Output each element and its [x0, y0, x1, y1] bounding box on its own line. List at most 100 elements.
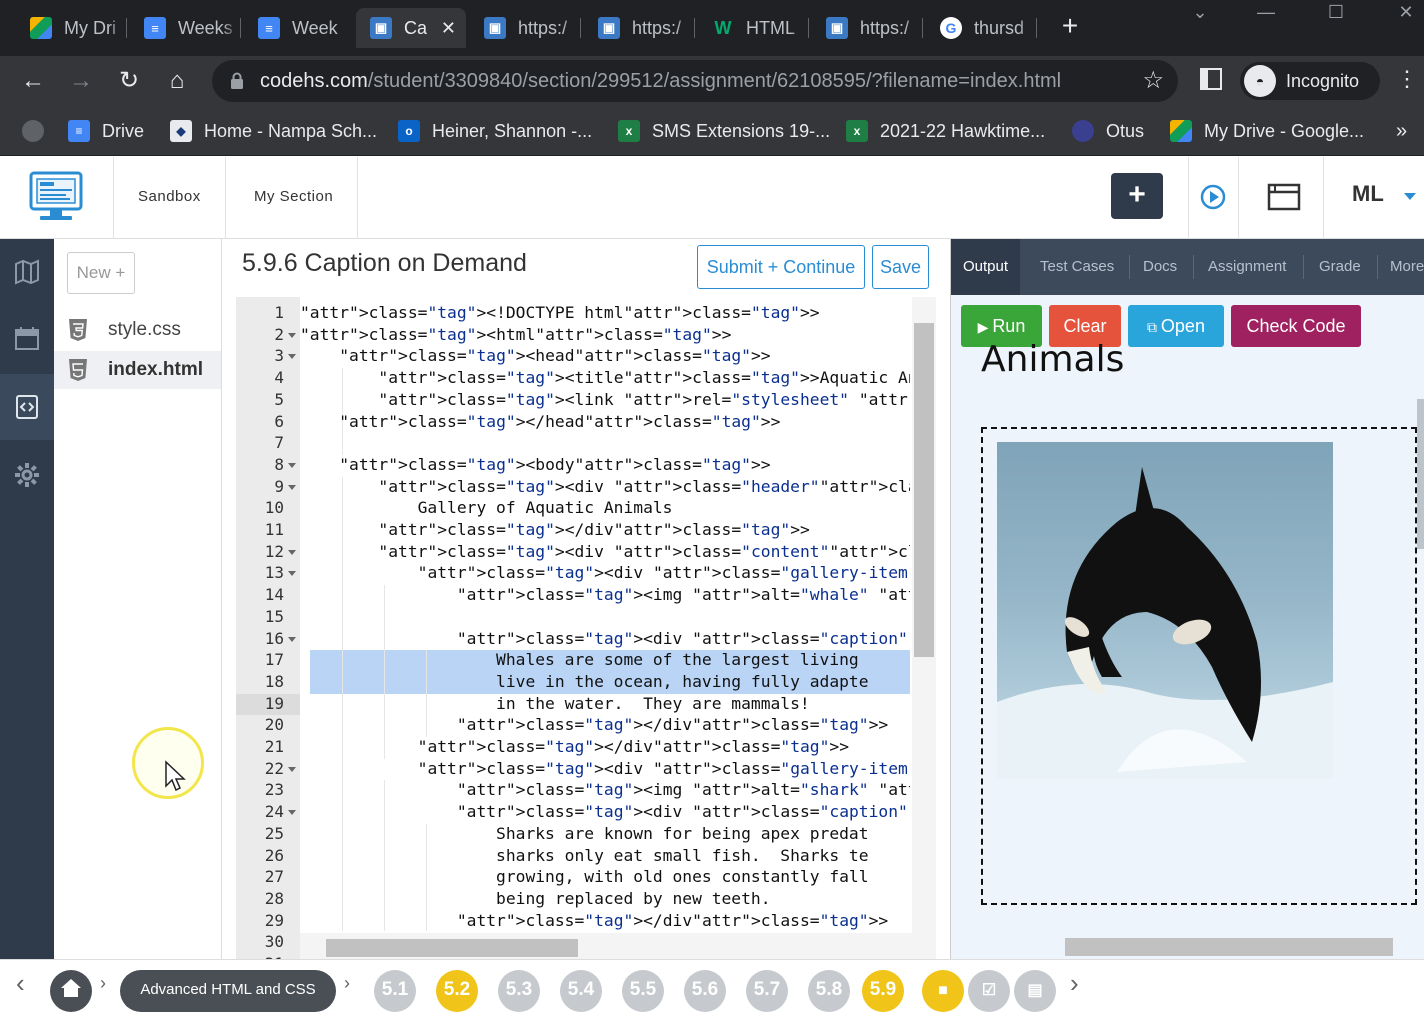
sandbox-link[interactable]: Sandbox [113, 157, 226, 239]
bookmark-item[interactable]: Otus [1072, 116, 1144, 146]
lesson-5-4[interactable]: 5.4 [560, 970, 602, 1012]
course-progress-bar: ‹ › Advanced HTML and CSS › 5.1 5.2 5.3 … [0, 959, 1424, 1012]
fold-toggle-icon[interactable] [288, 766, 296, 772]
checkbox-icon: ☑ [981, 982, 997, 999]
forward-icon[interactable]: → [64, 64, 98, 98]
unit-pill[interactable]: Advanced HTML and CSS [120, 970, 336, 1012]
avatar[interactable]: ML [1352, 181, 1384, 207]
browser-tab[interactable]: ▣ https:/ [812, 8, 920, 48]
browser-tab[interactable]: My Dri [16, 8, 124, 48]
lesson-5-2[interactable]: 5.2 [436, 970, 478, 1012]
fold-toggle-icon[interactable] [288, 549, 296, 555]
save-button[interactable]: Save [872, 245, 929, 289]
browser-tab[interactable]: ▣ https:/ [584, 8, 692, 48]
nav-map[interactable] [0, 239, 54, 305]
lesson-5-3[interactable]: 5.3 [498, 970, 540, 1012]
fold-toggle-icon[interactable] [288, 354, 296, 360]
tab-docs[interactable]: Docs [1131, 239, 1189, 295]
fold-toggle-icon[interactable] [288, 571, 296, 577]
course-home-button[interactable] [50, 970, 92, 1012]
line-number: 23 [264, 780, 284, 800]
maximize-icon[interactable]: ☐ [1316, 2, 1356, 26]
create-button[interactable]: + [1111, 173, 1163, 219]
new-tab-button[interactable]: + [1056, 12, 1084, 40]
tab-test-cases[interactable]: Test Cases [1028, 239, 1126, 295]
reload-icon[interactable]: ↻ [112, 64, 146, 98]
back-icon[interactable]: ← [16, 64, 50, 98]
lesson-5-5[interactable]: 5.5 [622, 970, 664, 1012]
browser-tab[interactable]: W HTML [698, 8, 806, 48]
address-bar[interactable]: codehs.com/student/3309840/section/29951… [212, 60, 1178, 102]
tab-more[interactable]: More [1378, 239, 1424, 295]
chrome-menu-icon[interactable]: ⋮ [1396, 66, 1418, 92]
fold-toggle-icon[interactable] [288, 332, 296, 338]
bookmark-item[interactable]: o Heiner, Shannon -... [398, 116, 592, 146]
tab-output[interactable]: Output [951, 239, 1021, 295]
file-panel: New + style.css index.html [54, 239, 222, 959]
close-tab-icon[interactable]: ✕ [441, 18, 456, 39]
line-number: 17 [264, 650, 284, 670]
lesson-5-8[interactable]: 5.8 [808, 970, 850, 1012]
bookmark-item[interactable]: ◆ Home - Nampa Sch... [170, 116, 377, 146]
output-horizontal-scroll-thumb[interactable] [1065, 938, 1393, 956]
lesson-5-1[interactable]: 5.1 [374, 970, 416, 1012]
fold-toggle-icon[interactable] [288, 462, 296, 468]
url-host: codehs.com [260, 70, 368, 92]
nav-calendar[interactable] [0, 305, 54, 371]
chevron-down-icon[interactable] [1404, 193, 1416, 200]
submit-continue-button[interactable]: Submit + Continue [697, 245, 865, 289]
fold-toggle-icon[interactable] [288, 810, 296, 816]
more-bookmarks-icon[interactable]: » [1396, 120, 1407, 143]
browser-tab[interactable]: ≡ Week [244, 8, 352, 48]
editor-horizontal-scroll-thumb[interactable] [326, 939, 578, 957]
browser-tab[interactable]: G thursd [926, 8, 1034, 48]
quiz-activity[interactable]: ☑ [968, 970, 1010, 1012]
document-activity[interactable]: ▤ [1014, 970, 1056, 1012]
code-editor[interactable]: "attr">class="tag"><!DOCTYPE html"attr">… [300, 297, 910, 931]
line-number: 10 [264, 498, 284, 518]
chevron-left-icon[interactable]: ‹ [16, 968, 25, 998]
file-index-html[interactable]: index.html [54, 351, 221, 389]
bookmark-item[interactable]: ≡ Drive [68, 116, 144, 146]
lesson-5-6[interactable]: 5.6 [684, 970, 726, 1012]
line-number: 6 [274, 411, 284, 431]
code-line: "attr">class="tag"><!DOCTYPE html"attr">… [300, 303, 820, 322]
lesson-5-9[interactable]: 5.9 [862, 970, 904, 1012]
home-icon[interactable]: ⌂ [160, 64, 194, 98]
codehs-icon: ▣ [370, 17, 392, 39]
bookmark-item[interactable] [22, 116, 56, 146]
play-button[interactable] [1188, 157, 1236, 239]
my-section-link[interactable]: My Section [230, 157, 359, 239]
incognito-indicator[interactable]: ◓ Incognito [1240, 62, 1380, 100]
browser-tab[interactable]: ≡ Weeks [130, 8, 238, 48]
bookmark-item[interactable]: x 2021-22 Hawktime... [846, 116, 1045, 146]
close-window-icon[interactable]: ✕ [1386, 2, 1424, 26]
incognito-icon: ◓ [1244, 65, 1276, 97]
tab-search-icon[interactable]: ⌄ [1180, 2, 1220, 26]
side-panel-icon[interactable] [1200, 68, 1222, 90]
minimize-icon[interactable]: — [1246, 2, 1286, 26]
editor-vertical-scroll-thumb[interactable] [914, 323, 934, 657]
codehs-logo[interactable] [28, 169, 84, 225]
new-file-button[interactable]: New + [67, 252, 135, 294]
fold-toggle-icon[interactable] [288, 636, 296, 642]
bookmark-item[interactable]: x SMS Extensions 19-... [618, 116, 830, 146]
lesson-5-7[interactable]: 5.7 [746, 970, 788, 1012]
tab-assignment[interactable]: Assignment [1196, 239, 1298, 295]
browser-tab-active[interactable]: ▣ Ca ✕ [356, 8, 466, 48]
file-style-css[interactable]: style.css [54, 311, 221, 349]
video-activity[interactable]: ■ [922, 970, 964, 1012]
open-button[interactable]: ⧉ Open [1128, 305, 1224, 347]
fold-toggle-icon[interactable] [288, 484, 296, 490]
output-vertical-scroll-thumb[interactable] [1417, 399, 1424, 549]
browser-tab[interactable]: ▣ https:/ [470, 8, 578, 48]
bookmarks-bar: ≡ Drive ◆ Home - Nampa Sch... o Heiner, Sha… [0, 106, 1424, 156]
tab-grade[interactable]: Grade [1307, 239, 1373, 295]
nav-code[interactable] [0, 374, 54, 440]
check-code-button[interactable]: Check Code [1231, 305, 1361, 347]
chevron-right-icon[interactable]: › [1070, 968, 1079, 998]
bookmark-item[interactable]: My Drive - Google... [1170, 116, 1364, 146]
nav-settings[interactable] [0, 442, 54, 508]
window-button[interactable] [1238, 157, 1324, 239]
bookmark-star-icon[interactable]: ☆ [1142, 66, 1164, 95]
